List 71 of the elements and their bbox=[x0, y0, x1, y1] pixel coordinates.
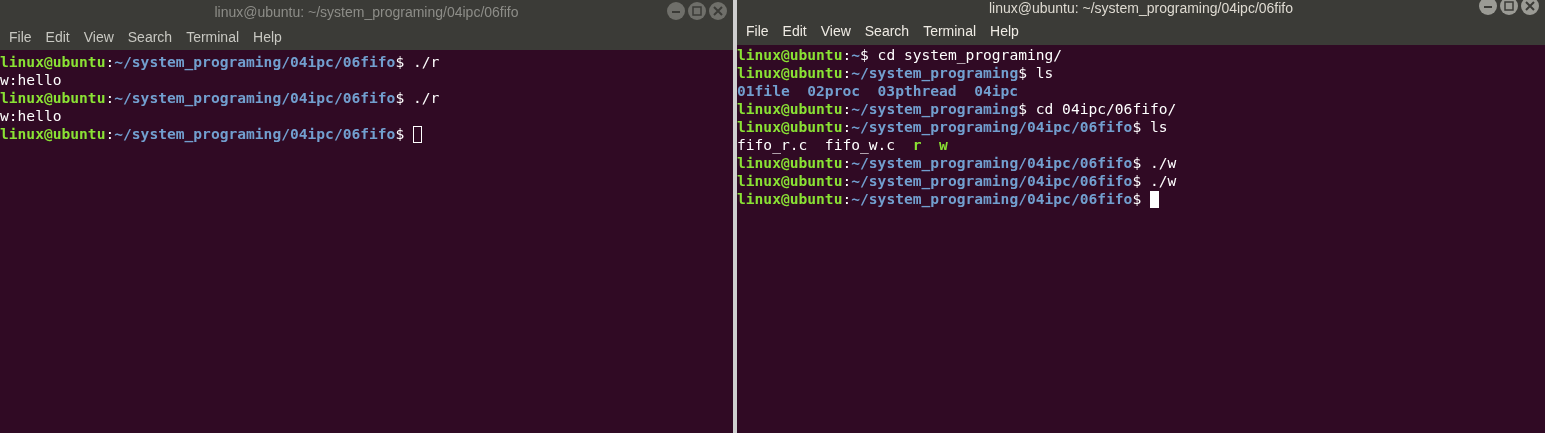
prompt-path: ~/system_programing/04ipc/06fifo bbox=[114, 89, 396, 107]
terminal-text: : bbox=[105, 53, 115, 71]
prompt-path: ~/system_programing bbox=[851, 64, 1019, 82]
terminal-text: $ ./r bbox=[395, 89, 440, 106]
terminal-text: $ ./r bbox=[395, 53, 440, 70]
directory-name: 02proc bbox=[807, 82, 860, 100]
window-title: linux@ubuntu: ~/system_programing/04ipc/06fifo bbox=[988, 0, 1294, 16]
menu-item[interactable]: View bbox=[813, 20, 858, 41]
menu-item[interactable]: View bbox=[76, 27, 121, 47]
prompt-user: linux@ubuntu bbox=[0, 53, 106, 71]
menu-item[interactable]: Edit bbox=[775, 20, 814, 41]
directory-name: 03pthread bbox=[877, 82, 957, 100]
maximize-button[interactable] bbox=[688, 2, 706, 20]
directory-name: 04ipc bbox=[974, 82, 1019, 100]
menu-item[interactable]: Terminal bbox=[179, 27, 247, 47]
terminal-text: w:hello bbox=[0, 71, 62, 89]
terminal-text: : bbox=[105, 125, 115, 143]
terminal-area[interactable]: linux@ubuntu:~/system_programing/04ipc/06fifo$ ./r w:hello linux@ubuntu:~/system_programing/04ipc/06fifo$ ./r w:hello linux@ubuntu:~/system_programing/04ipc/06fifo$ bbox=[0, 50, 733, 433]
prompt-user: linux@ubuntu bbox=[737, 190, 843, 208]
executable-name: w bbox=[939, 136, 948, 154]
prompt-user: linux@ubuntu bbox=[737, 64, 843, 82]
prompt-path: ~/system_programing/04ipc/06fifo bbox=[851, 172, 1133, 190]
terminal-text: $ cd system_programing/ bbox=[860, 46, 1063, 64]
menu-item[interactable]: Help bbox=[983, 20, 1026, 41]
prompt-path: ~/system_programing/04ipc/06fifo bbox=[851, 118, 1133, 136]
prompt-user: linux@ubuntu bbox=[737, 172, 843, 190]
terminal-text: w:hello bbox=[0, 107, 62, 125]
prompt-path: ~/system_programing bbox=[851, 100, 1019, 118]
prompt-path: ~/system_programing/04ipc/06fifo bbox=[851, 154, 1133, 172]
directory-name: 01file bbox=[737, 82, 790, 100]
prompt-path: ~/system_programing/04ipc/06fifo bbox=[851, 190, 1133, 208]
minimize-button[interactable] bbox=[1479, 0, 1497, 15]
prompt-user: linux@ubuntu bbox=[737, 100, 843, 118]
menu-item[interactable]: Edit bbox=[38, 27, 77, 47]
prompt-path: ~ bbox=[851, 46, 861, 64]
menu-item[interactable]: File bbox=[2, 27, 39, 47]
menu-item[interactable]: Search bbox=[120, 27, 180, 47]
terminal-text: $ ./w bbox=[1132, 172, 1177, 189]
terminal-text: : bbox=[842, 46, 852, 64]
terminal-text: : bbox=[842, 118, 852, 136]
prompt-user: linux@ubuntu bbox=[737, 46, 843, 64]
terminal-text: $ cd 04ipc/06fifo/ bbox=[1018, 100, 1177, 117]
prompt-user: linux@ubuntu bbox=[737, 154, 843, 172]
terminal-text: fifo_r.c bbox=[737, 136, 808, 154]
menu-item[interactable]: File bbox=[739, 20, 776, 41]
prompt-path: ~/system_programing/04ipc/06fifo bbox=[114, 53, 396, 71]
close-button[interactable] bbox=[1521, 0, 1539, 15]
terminal-text: $ ls bbox=[1132, 118, 1168, 135]
close-button[interactable] bbox=[709, 2, 727, 20]
terminal-text: : bbox=[842, 190, 852, 208]
terminal-text: $ bbox=[395, 125, 406, 142]
window-title: linux@ubuntu: ~/system_programing/04ipc/06fifo bbox=[214, 4, 519, 20]
terminal-text: : bbox=[842, 154, 852, 172]
terminal-text: fifo_w.c bbox=[824, 136, 896, 154]
prompt-user: linux@ubuntu bbox=[0, 125, 106, 143]
prompt-path: ~/system_programing/04ipc/06fifo bbox=[114, 125, 396, 143]
terminal-text: $ bbox=[1132, 190, 1143, 207]
terminal-text: : bbox=[105, 89, 115, 107]
terminal-text: : bbox=[842, 64, 852, 82]
terminal-text: $ ./w bbox=[1132, 154, 1177, 171]
menu-item[interactable]: Search bbox=[857, 20, 917, 41]
maximize-button[interactable] bbox=[1500, 0, 1518, 15]
executable-name: r bbox=[912, 136, 922, 154]
prompt-user: linux@ubuntu bbox=[737, 118, 843, 136]
menu-item[interactable]: Terminal bbox=[916, 20, 984, 41]
prompt-user: linux@ubuntu bbox=[0, 89, 106, 107]
terminal-text: $ ls bbox=[1018, 64, 1054, 81]
minimize-button[interactable] bbox=[667, 2, 685, 20]
menu-item[interactable]: Help bbox=[246, 27, 289, 47]
terminal-text: : bbox=[842, 100, 852, 118]
terminal-text: : bbox=[842, 172, 852, 190]
